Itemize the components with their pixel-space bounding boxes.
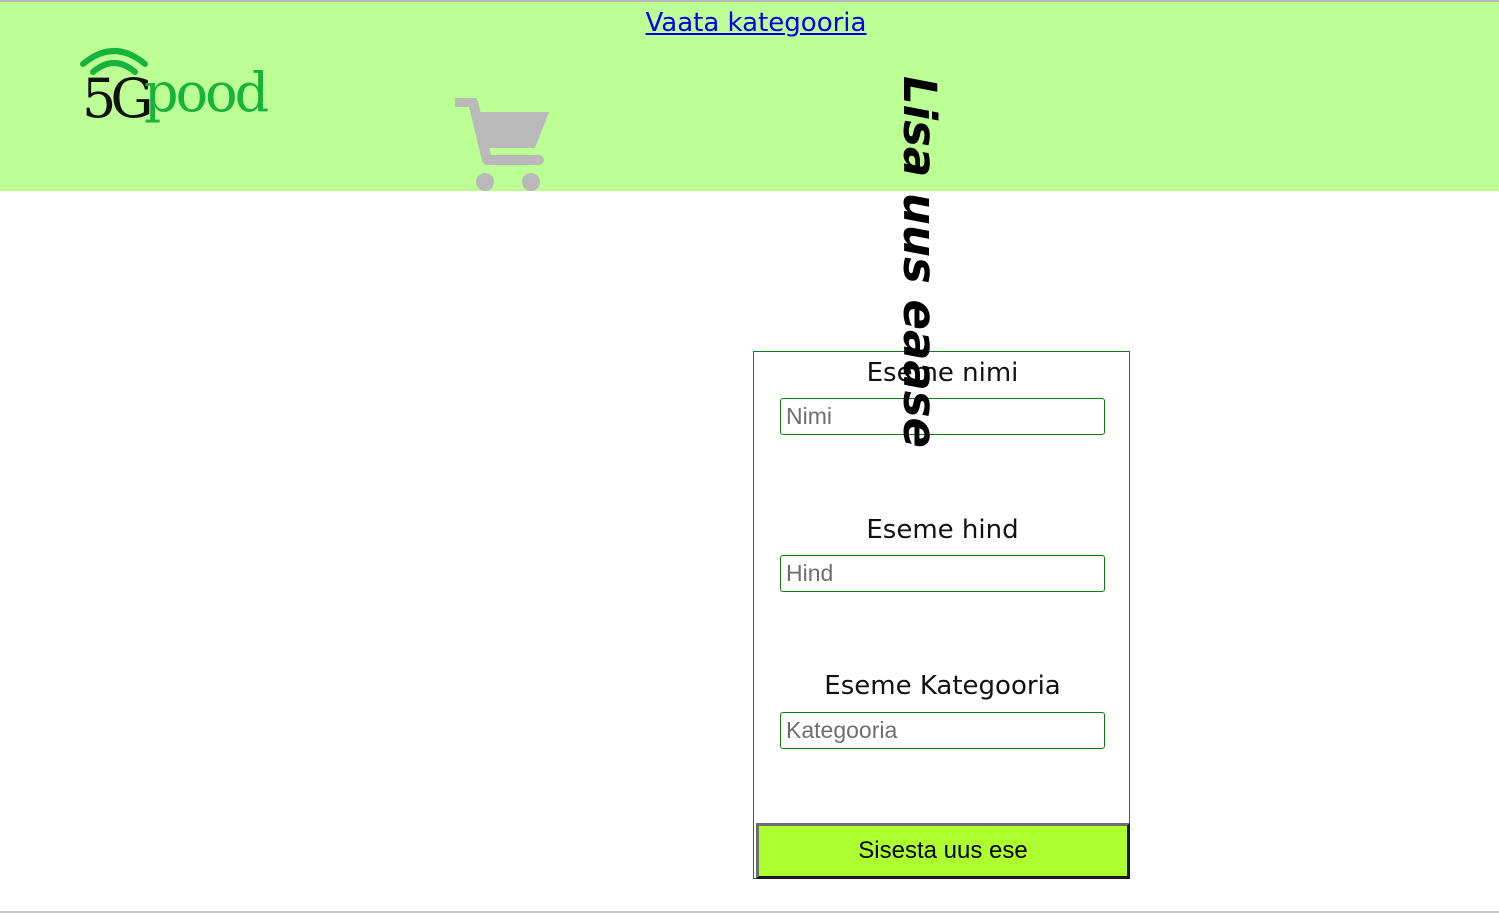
page-title: Lisa uus eaase	[893, 76, 946, 448]
view-category-link[interactable]: Vaata kategooria	[0, 8, 1499, 38]
logo[interactable]: 5G pood	[80, 44, 269, 134]
item-category-input[interactable]	[780, 712, 1105, 749]
logo-pood-text: pood	[144, 61, 269, 124]
shopping-cart-icon[interactable]	[452, 97, 555, 198]
item-price-input[interactable]	[780, 555, 1105, 592]
submit-new-item-button[interactable]: Sisesta uus ese	[756, 823, 1130, 879]
logo-5g-text: 5G	[82, 67, 153, 130]
header: Vaata kategooria 5G pood	[0, 2, 1499, 191]
item-price-label: Eseme hind	[866, 515, 1019, 545]
item-category-label: Eseme Kategooria	[824, 671, 1061, 701]
